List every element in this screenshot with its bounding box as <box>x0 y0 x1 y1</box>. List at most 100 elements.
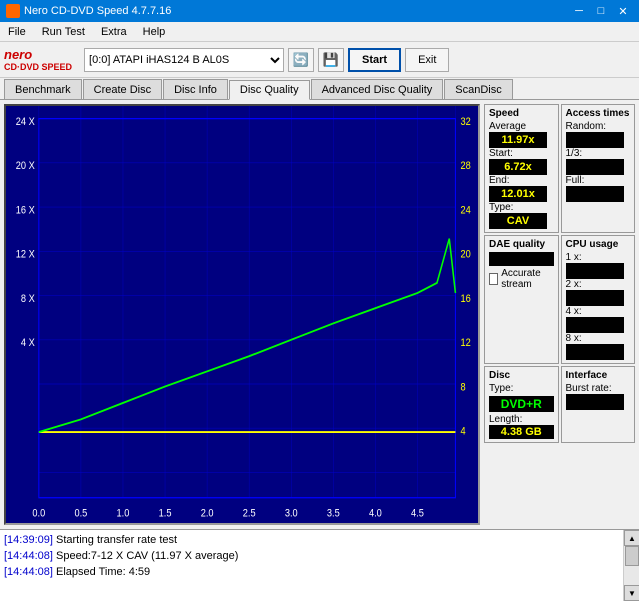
onethird-value <box>566 159 624 175</box>
log-scrollbar: ▲ ▼ <box>623 530 639 601</box>
refresh-button[interactable]: 🔄 <box>288 48 314 72</box>
log-text-0: Starting transfer rate test <box>56 534 177 546</box>
svg-text:2.0: 2.0 <box>201 508 214 520</box>
random-value <box>566 132 624 148</box>
tabs: Benchmark Create Disc Disc Info Disc Qua… <box>0 78 639 100</box>
disc-title: Disc <box>489 370 554 381</box>
svg-text:1.0: 1.0 <box>117 508 130 520</box>
scroll-up-button[interactable]: ▲ <box>624 530 639 546</box>
svg-text:20: 20 <box>461 249 471 261</box>
svg-text:16: 16 <box>461 293 471 305</box>
logo: nero CD·DVD SPEED <box>4 47 72 72</box>
svg-text:12: 12 <box>461 337 471 349</box>
svg-text:20 X: 20 X <box>16 160 35 172</box>
logo-bottom: CD·DVD SPEED <box>4 62 72 72</box>
minimize-button[interactable]: ─ <box>569 3 589 19</box>
svg-text:24: 24 <box>461 205 471 217</box>
svg-text:2.5: 2.5 <box>243 508 256 520</box>
tab-benchmark[interactable]: Benchmark <box>4 79 82 99</box>
speed-title: Speed <box>489 108 554 119</box>
4x-value <box>566 317 624 333</box>
speed-section: Speed Average 11.97x Start: 6.72x End: 1… <box>484 104 559 233</box>
svg-text:12 X: 12 X <box>16 249 35 261</box>
tab-create-disc[interactable]: Create Disc <box>83 79 162 99</box>
2x-value <box>566 290 624 306</box>
svg-text:4.0: 4.0 <box>369 508 382 520</box>
interface-section: Interface Burst rate: <box>561 366 636 443</box>
start-label: Start: <box>489 148 554 159</box>
disc-type-value: DVD+R <box>489 396 554 412</box>
svg-text:1.5: 1.5 <box>159 508 172 520</box>
menu-file[interactable]: File <box>0 24 34 40</box>
scroll-thumb[interactable] <box>625 546 639 566</box>
disc-length-label: Length: <box>489 414 554 425</box>
dae-section: DAE quality Accurate stream <box>484 235 559 364</box>
random-label: Random: <box>566 121 631 132</box>
start-value: 6.72x <box>489 159 547 175</box>
cpu-title: CPU usage <box>566 239 631 250</box>
onethird-label: 1/3: <box>566 148 631 159</box>
close-button[interactable]: ✕ <box>613 3 633 19</box>
end-value: 12.01x <box>489 186 547 202</box>
svg-text:8 X: 8 X <box>21 293 35 305</box>
menu-extra[interactable]: Extra <box>93 24 135 40</box>
drive-select[interactable]: [0:0] ATAPI iHAS124 B AL0S <box>84 48 284 72</box>
svg-text:0.0: 0.0 <box>32 508 45 520</box>
2x-label: 2 x: <box>566 279 631 290</box>
average-value: 11.97x <box>489 132 547 148</box>
tab-advanced-disc-quality[interactable]: Advanced Disc Quality <box>311 79 444 99</box>
accurate-label: Accurate stream <box>501 268 553 290</box>
svg-text:0.5: 0.5 <box>74 508 87 520</box>
app-title: Nero CD-DVD Speed 4.7.7.16 <box>24 5 171 17</box>
maximize-button[interactable]: □ <box>591 3 611 19</box>
log-text-1: Speed:7-12 X CAV (11.97 X average) <box>56 550 238 562</box>
svg-text:32: 32 <box>461 116 471 128</box>
menubar: File Run Test Extra Help <box>0 22 639 42</box>
save-button[interactable]: 💾 <box>318 48 344 72</box>
end-label: End: <box>489 175 554 186</box>
exit-button[interactable]: Exit <box>405 48 449 72</box>
titlebar: Nero CD-DVD Speed 4.7.7.16 ─ □ ✕ <box>0 0 639 22</box>
4x-label: 4 x: <box>566 306 631 317</box>
accurate-checkbox[interactable] <box>489 273 498 285</box>
8x-value <box>566 344 624 360</box>
titlebar-left: Nero CD-DVD Speed 4.7.7.16 <box>6 4 171 18</box>
log-timestamp-2: [14:44:08] <box>4 566 53 578</box>
menu-help[interactable]: Help <box>135 24 174 40</box>
scroll-track <box>624 546 639 585</box>
log-row-2: [14:44:08] Elapsed Time: 4:59 <box>4 564 619 580</box>
1x-label: 1 x: <box>566 252 631 263</box>
svg-text:3.0: 3.0 <box>285 508 298 520</box>
cpu-section: CPU usage 1 x: 2 x: 4 x: 8 x: <box>561 235 636 364</box>
type-value: CAV <box>489 213 547 229</box>
logo-top: nero <box>4 47 72 62</box>
svg-text:3.5: 3.5 <box>327 508 340 520</box>
main-area: 24 X 20 X 16 X 12 X 8 X 4 X 32 28 24 20 … <box>0 100 639 529</box>
accurate-row: Accurate stream <box>489 268 554 290</box>
log-area: [14:39:09] Starting transfer rate test [… <box>0 529 639 601</box>
right-panel: Speed Average 11.97x Start: 6.72x End: 1… <box>484 100 639 529</box>
log-content: [14:39:09] Starting transfer rate test [… <box>0 530 623 601</box>
tab-scandisc[interactable]: ScanDisc <box>444 79 512 99</box>
svg-text:4 X: 4 X <box>21 337 35 349</box>
interface-title: Interface <box>566 370 631 381</box>
log-timestamp-0: [14:39:09] <box>4 534 53 546</box>
log-text-2: Elapsed Time: 4:59 <box>56 566 150 578</box>
svg-text:4.5: 4.5 <box>411 508 424 520</box>
chart-container: 24 X 20 X 16 X 12 X 8 X 4 X 32 28 24 20 … <box>4 104 480 525</box>
app-icon <box>6 4 20 18</box>
access-title: Access times <box>566 108 631 119</box>
svg-text:16 X: 16 X <box>16 205 35 217</box>
log-timestamp-1: [14:44:08] <box>4 550 53 562</box>
menu-runtest[interactable]: Run Test <box>34 24 93 40</box>
start-button[interactable]: Start <box>348 48 401 72</box>
titlebar-controls: ─ □ ✕ <box>569 3 633 19</box>
burst-value <box>566 394 624 410</box>
svg-text:8: 8 <box>461 382 466 394</box>
scroll-down-button[interactable]: ▼ <box>624 585 639 601</box>
tab-disc-quality[interactable]: Disc Quality <box>229 80 310 100</box>
tab-disc-info[interactable]: Disc Info <box>163 79 228 99</box>
svg-text:28: 28 <box>461 160 471 172</box>
average-label: Average <box>489 121 554 132</box>
log-row-1: [14:44:08] Speed:7-12 X CAV (11.97 X ave… <box>4 548 619 564</box>
